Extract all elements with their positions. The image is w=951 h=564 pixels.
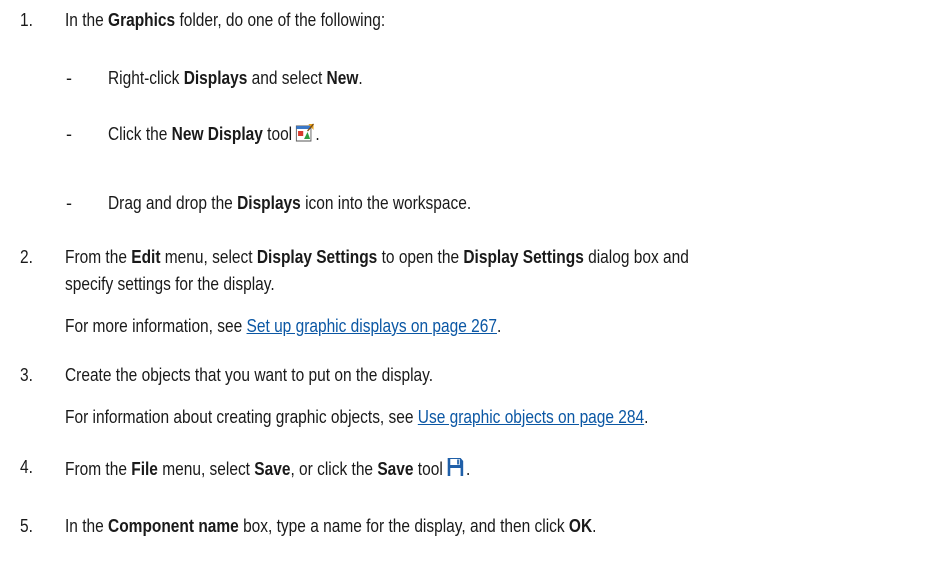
link-set-up-graphic-displays[interactable]: Set up graphic displays on page 267 [247, 316, 497, 336]
step-1-option-3: Drag and drop the Displays icon into the… [108, 193, 472, 213]
save-icon[interactable] [446, 456, 465, 483]
step-3-note: For information about creating graphic o… [65, 407, 649, 427]
option-marker: - [66, 193, 72, 213]
step-4-text: From the File menu, select Save, or clic… [65, 456, 470, 483]
step-1-option-1: Right-click Displays and select New. [108, 68, 363, 88]
instruction-document: 1. In the Graphics folder, do one of the… [0, 0, 951, 564]
step-2-text-continued: specify settings for the display. [65, 274, 275, 294]
step-3-text: Create the objects that you want to put … [65, 365, 434, 385]
step-2-number: 2. [20, 247, 33, 267]
step-2-note: For more information, see Set up graphic… [65, 316, 502, 336]
link-use-graphic-objects[interactable]: Use graphic objects on page 284 [418, 407, 644, 427]
step-4-number: 4. [20, 457, 33, 477]
option-marker: - [66, 124, 72, 144]
step-1-text: In the Graphics folder, do one of the fo… [65, 10, 386, 30]
step-5-text: In the Component name box, type a name f… [65, 516, 597, 536]
step-1-number: 1. [20, 10, 33, 30]
step-5-number: 5. [20, 516, 33, 536]
step-3-number: 3. [20, 365, 33, 385]
step-1-option-2: Click the New Display tool . [108, 123, 320, 148]
step-2-text: From the Edit menu, select Display Setti… [65, 247, 689, 267]
new-display-icon[interactable] [296, 123, 315, 148]
option-marker: - [66, 68, 72, 88]
